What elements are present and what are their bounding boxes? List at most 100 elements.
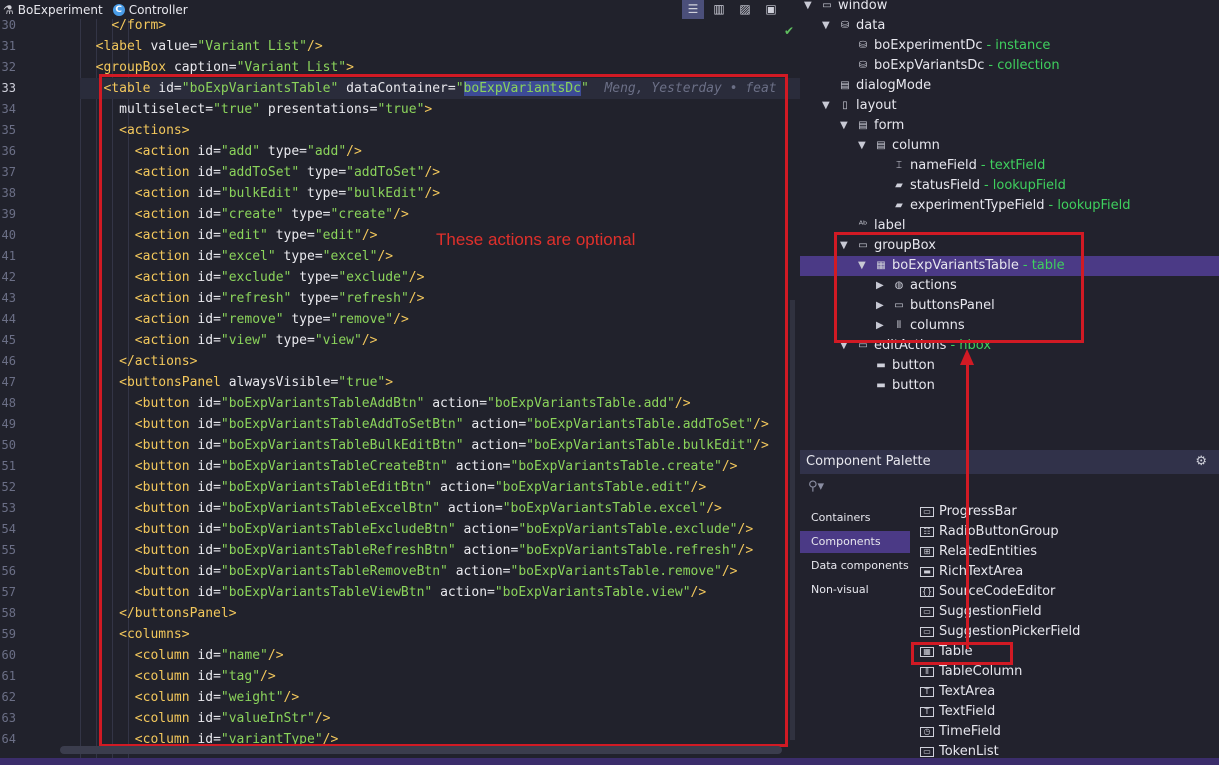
line-number: 63	[1, 711, 16, 725]
line-number: 59	[1, 627, 16, 641]
palette-item-suggestionpickerfield[interactable]: ▭ SuggestionPickerField	[920, 622, 1080, 642]
palette-header: Component Palette ⚙	[800, 450, 1219, 474]
palette-item-label: SourceCodeEditor	[939, 584, 1056, 599]
highlight-box-table	[911, 642, 1013, 665]
line-number: 42	[1, 270, 16, 284]
tree-node-button[interactable]: ▬ button	[874, 356, 935, 376]
relatedentities-icon: ⊞	[920, 547, 934, 557]
form-icon: ▤	[858, 120, 868, 131]
datacontainer-icon: ⛁	[858, 60, 868, 71]
line-number: 34	[1, 102, 16, 116]
tree-node-layout[interactable]: ▼ ▯ layout	[822, 96, 897, 116]
line-number: 33	[1, 81, 16, 95]
palette-category-containers[interactable]: Containers	[800, 507, 910, 529]
palette-item-label: RelatedEntities	[939, 544, 1038, 559]
line-number: 31	[1, 39, 16, 53]
palette-item-tablecolumn[interactable]: ⦀ TableColumn	[920, 662, 1022, 682]
horizontal-scrollbar[interactable]	[60, 746, 782, 754]
palette-item-label: TextField	[939, 704, 996, 719]
palette-item-richtextarea[interactable]: ▬ RichTextArea	[920, 562, 1023, 582]
palette-item-label: TableColumn	[939, 664, 1023, 679]
radiobuttongroup-icon: ☷	[920, 527, 934, 537]
suggestionpickerfield-icon: ▭	[920, 627, 934, 637]
lookupfield-icon: ▰	[895, 200, 903, 211]
tablecolumn-icon: ⦀	[920, 667, 934, 677]
textarea-icon: T	[920, 687, 934, 697]
line-number: 35	[1, 123, 16, 137]
tree-node-dialogMode[interactable]: ▤ dialogMode	[838, 76, 931, 96]
textfield-icon: ⌶	[896, 160, 902, 171]
tree-node-form[interactable]: ▼ ▤ form	[840, 116, 904, 136]
annotation-arrow-head	[960, 349, 974, 365]
component-hierarchy: ▼ ▭ window ▼ ⛁ data ⛁ boExperimentDc - instanc…	[800, 0, 1219, 450]
line-gutter: 30 31 32 33 34 35 36 37 38 39 40 41 42 43 44 45 46 47 48 49…	[0, 18, 80, 765]
line-number: 47	[1, 375, 16, 389]
palette-category-data-components[interactable]: Data components	[800, 555, 910, 577]
line-number: 60	[1, 648, 16, 662]
sourcecodeeditor-icon: {}	[920, 587, 934, 597]
palette-item-timefield[interactable]: ◷ TimeField	[920, 722, 1001, 742]
code-line: <label value="Variant List"/>	[95, 39, 323, 54]
palette-item-label: RichTextArea	[939, 564, 1024, 579]
line-number: 53	[1, 501, 16, 515]
line-number: 56	[1, 564, 16, 578]
palette-item-suggestionfield[interactable]: ▭ SuggestionField	[920, 602, 1042, 622]
line-number: 36	[1, 144, 16, 158]
tree-node-data[interactable]: ▼ ⛁ data	[822, 16, 885, 36]
palette-item-label: SuggestionPickerField	[939, 624, 1081, 639]
line-number: 64	[1, 732, 16, 746]
palette-item-label: ProgressBar	[939, 504, 1017, 519]
vertical-scrollbar[interactable]	[790, 300, 795, 740]
palette-item-relatedentities[interactable]: ⊞ RelatedEntities	[920, 542, 1037, 562]
designer-view-icon[interactable]: ▨	[734, 0, 756, 19]
line-number: 50	[1, 438, 16, 452]
code-line: </form>	[111, 19, 167, 33]
palette-item-textfield[interactable]: T TextField	[920, 702, 995, 722]
tree-node-button[interactable]: ▬ button	[874, 376, 935, 396]
suggestionfield-icon: ▭	[920, 607, 934, 617]
line-number: 49	[1, 417, 16, 431]
window-icon: ▭	[822, 0, 832, 11]
layout-icon: ▯	[842, 100, 848, 111]
button-icon: ▬	[876, 380, 886, 391]
tree-node-nameField[interactable]: ⌶ nameField - textField	[892, 156, 1045, 176]
search-icon[interactable]: ⚲▾	[808, 479, 824, 494]
line-number: 46	[1, 354, 16, 368]
palette-item-label: TimeField	[939, 724, 1001, 739]
line-number: 37	[1, 165, 16, 179]
line-number: 40	[1, 228, 16, 242]
breadcrumb-file[interactable]: BoExperiment	[18, 3, 103, 17]
controller-icon: C	[112, 3, 125, 16]
palette-item-textarea[interactable]: T TextArea	[920, 682, 995, 702]
tree-node-boExperimentDc[interactable]: ⛁ boExperimentDc - instance	[856, 36, 1051, 56]
gear-icon[interactable]: ⚙	[1195, 450, 1207, 474]
line-number: 61	[1, 669, 16, 683]
line-number: 44	[1, 312, 16, 326]
breadcrumb-controller[interactable]: Controller	[129, 3, 188, 17]
palette-item-radiobuttongroup[interactable]: ☷ RadioButtonGroup	[920, 522, 1059, 542]
line-number: 39	[1, 207, 16, 221]
line-number: 55	[1, 543, 16, 557]
palette-item-label: RadioButtonGroup	[939, 524, 1059, 539]
timefield-icon: ◷	[920, 727, 934, 737]
dialog-icon: ▤	[840, 80, 850, 91]
code-editor[interactable]: ⚗ BoExperiment C Controller ☰ ▥ ▨ ▣ ✔ 30…	[0, 0, 800, 765]
palette-category-components[interactable]: Components	[800, 531, 910, 553]
palette-item-sourcecodeeditor[interactable]: {} SourceCodeEditor	[920, 582, 1055, 602]
line-number: 38	[1, 186, 16, 200]
tree-node-statusField[interactable]: ▰ statusField - lookupField	[892, 176, 1066, 196]
line-number: 52	[1, 480, 16, 494]
palette-category-non-visual[interactable]: Non-visual	[800, 579, 910, 601]
tree-node-boExpVariantsDc[interactable]: ⛁ boExpVariantsDc - collection	[856, 56, 1060, 76]
text-view-icon[interactable]: ☰	[682, 0, 704, 19]
tree-node-column[interactable]: ▼ ▤ column	[858, 136, 940, 156]
progressbar-icon: ▭	[920, 507, 934, 517]
split-view-icon[interactable]: ▥	[708, 0, 730, 19]
line-number: 45	[1, 333, 16, 347]
tokenlist-icon: ▭	[920, 747, 934, 757]
tree-node-experimentTypeField[interactable]: ▰ experimentTypeField - lookupField	[892, 196, 1130, 216]
breadcrumb: ⚗ BoExperiment C Controller	[0, 0, 800, 19]
line-number: 43	[1, 291, 16, 305]
tree-node-window[interactable]: ▼ ▭ window	[804, 0, 887, 16]
preview-view-icon[interactable]: ▣	[760, 0, 782, 19]
